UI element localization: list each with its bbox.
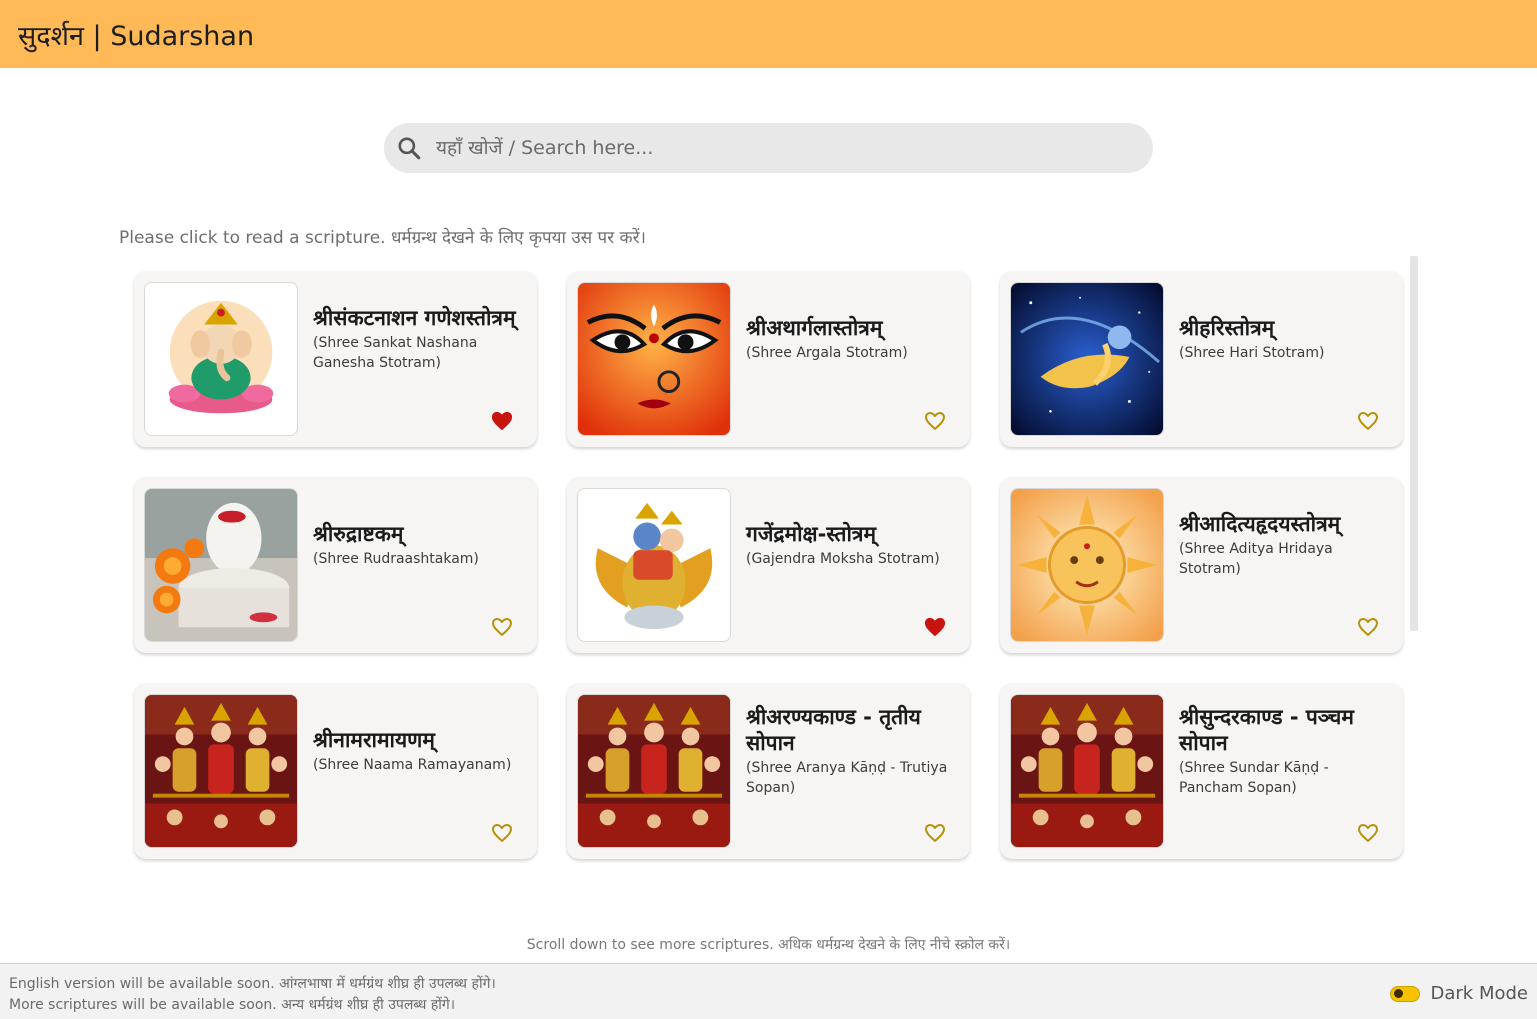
- scripture-title-sanskrit: गजेंद्रमोक्ष-स्तोत्रम्: [746, 522, 877, 546]
- sun-god-image: [1010, 488, 1164, 642]
- ram-darbar-image: [1010, 694, 1164, 848]
- footer: English version will be available soon. …: [0, 963, 1537, 1019]
- scripture-card-text: श्रीअथार्गलास्तोत्रम् (Shree Argala Stotr…: [746, 271, 960, 407]
- search-input[interactable]: [434, 136, 1118, 160]
- scripture-card-text: श्रीरुद्राष्टकम् (Shree Rudraashtakam): [313, 477, 527, 613]
- scripture-title-english: (Shree Naama Ramayanam): [313, 757, 512, 773]
- scripture-card-text: श्रीनामरामायणम् (Shree Naama Ramayanam): [313, 683, 527, 819]
- scripture-title-sanskrit: श्रीरुद्राष्टकम्: [313, 522, 404, 546]
- scripture-card-text: श्रीहरिस्तोत्रम् (Shree Hari Stotram): [1179, 271, 1393, 407]
- vishnu-cosmic-image: [1010, 282, 1164, 436]
- scripture-card[interactable]: श्रीअरण्यकाण्ड - तृतीय सोपान (Shree Arany…: [567, 683, 970, 859]
- scripture-title-english: (Shree Sankat Nashana Ganesha Stotram): [313, 335, 478, 371]
- scripture-title-sanskrit: श्रीहरिस्तोत्रम्: [1179, 316, 1275, 340]
- heart-outline-icon[interactable]: [491, 617, 513, 637]
- scripture-title-english: (Shree Argala Stotram): [746, 345, 908, 361]
- app-title: सुदर्शन | Sudarshan: [18, 20, 255, 52]
- scripture-card[interactable]: श्रीआदित्यहृदयस्तोत्रम् (Shree Aditya Hri…: [1000, 477, 1403, 653]
- vishnu-garuda-image: [577, 488, 731, 642]
- heart-filled-icon[interactable]: [491, 411, 513, 431]
- scripture-card[interactable]: श्रीनामरामायणम् (Shree Naama Ramayanam): [134, 683, 537, 859]
- scripture-title-english: (Shree Hari Stotram): [1179, 345, 1325, 361]
- scripture-title-english: (Shree Sundar Kāṇḍ - Pancham Sopan): [1179, 760, 1329, 796]
- ram-darbar-image: [144, 694, 298, 848]
- heart-outline-icon[interactable]: [491, 823, 513, 843]
- scripture-card[interactable]: श्रीहरिस्तोत्रम् (Shree Hari Stotram): [1000, 271, 1403, 447]
- footer-notes: English version will be available soon. …: [9, 974, 496, 1016]
- scripture-title-sanskrit: श्रीआदित्यहृदयस्तोत्रम्: [1179, 512, 1341, 536]
- scripture-card[interactable]: गजेंद्रमोक्ष-स्तोत्रम् (Gajendra Moksha S…: [567, 477, 970, 653]
- dark-mode-label: Dark Mode: [1430, 983, 1528, 1004]
- heart-outline-icon[interactable]: [1357, 411, 1379, 431]
- scripture-card[interactable]: श्रीसंकटनाशन गणेशस्तोत्रम् (Shree Sankat …: [134, 271, 537, 447]
- ram-darbar-image: [577, 694, 731, 848]
- heart-outline-icon[interactable]: [1357, 823, 1379, 843]
- app-header: सुदर्शन | Sudarshan: [0, 0, 1537, 68]
- scripture-title-sanskrit: श्रीनामरामायणम्: [313, 728, 435, 752]
- toggle-knob: [1393, 988, 1403, 998]
- dark-mode-control[interactable]: Dark Mode: [1389, 983, 1528, 1004]
- search-icon: [398, 137, 421, 160]
- heart-outline-icon[interactable]: [924, 823, 946, 843]
- scripture-card-text: श्रीसंकटनाशन गणेशस्तोत्रम् (Shree Sankat …: [313, 271, 527, 407]
- search-bar[interactable]: [384, 123, 1153, 173]
- shivling-image: [144, 488, 298, 642]
- scripture-card-text: श्रीसुन्दरकाण्ड - पञ्चम सोपान (Shree Sund…: [1179, 683, 1393, 819]
- scripture-title-english: (Gajendra Moksha Stotram): [746, 551, 940, 567]
- scripture-title-sanskrit: श्रीअरण्यकाण्ड - तृतीय सोपान: [746, 705, 921, 755]
- scripture-title-english: (Shree Aranya Kāṇḍ - Trutiya Sopan): [746, 760, 948, 796]
- scripture-title-sanskrit: श्रीअथार्गलास्तोत्रम्: [746, 316, 883, 340]
- dark-mode-toggle[interactable]: [1389, 985, 1420, 1002]
- scripture-card[interactable]: श्रीअथार्गलास्तोत्रम् (Shree Argala Stotr…: [567, 271, 970, 447]
- footer-note-more: More scriptures will be available soon. …: [9, 997, 456, 1013]
- scroll-hint: Scroll down to see more scriptures. अधिक…: [526, 937, 1011, 953]
- ganesha-image: [144, 282, 298, 436]
- heart-outline-icon[interactable]: [1357, 617, 1379, 637]
- scripture-card-text: श्रीआदित्यहृदयस्तोत्रम् (Shree Aditya Hri…: [1179, 477, 1393, 613]
- scripture-card-text: श्रीअरण्यकाण्ड - तृतीय सोपान (Shree Arany…: [746, 683, 960, 819]
- scripture-title-sanskrit: श्रीसुन्दरकाण्ड - पञ्चम सोपान: [1179, 705, 1354, 755]
- scripture-title-sanskrit: श्रीसंकटनाशन गणेशस्तोत्रम्: [313, 306, 516, 330]
- heart-filled-icon[interactable]: [924, 617, 946, 637]
- durga-face-image: [577, 282, 731, 436]
- scripture-card[interactable]: श्रीसुन्दरकाण्ड - पञ्चम सोपान (Shree Sund…: [1000, 683, 1403, 859]
- scripture-title-english: (Shree Aditya Hridaya Stotram): [1179, 541, 1333, 577]
- scripture-card[interactable]: श्रीरुद्राष्टकम् (Shree Rudraashtakam): [134, 477, 537, 653]
- scrollbar[interactable]: [1410, 256, 1418, 631]
- instruction-text: Please click to read a scripture. धर्मग्…: [119, 228, 647, 248]
- scripture-title-english: (Shree Rudraashtakam): [313, 551, 479, 567]
- footer-note-english: English version will be available soon. …: [9, 976, 496, 992]
- scripture-card-text: गजेंद्रमोक्ष-स्तोत्रम् (Gajendra Moksha S…: [746, 477, 960, 613]
- heart-outline-icon[interactable]: [924, 411, 946, 431]
